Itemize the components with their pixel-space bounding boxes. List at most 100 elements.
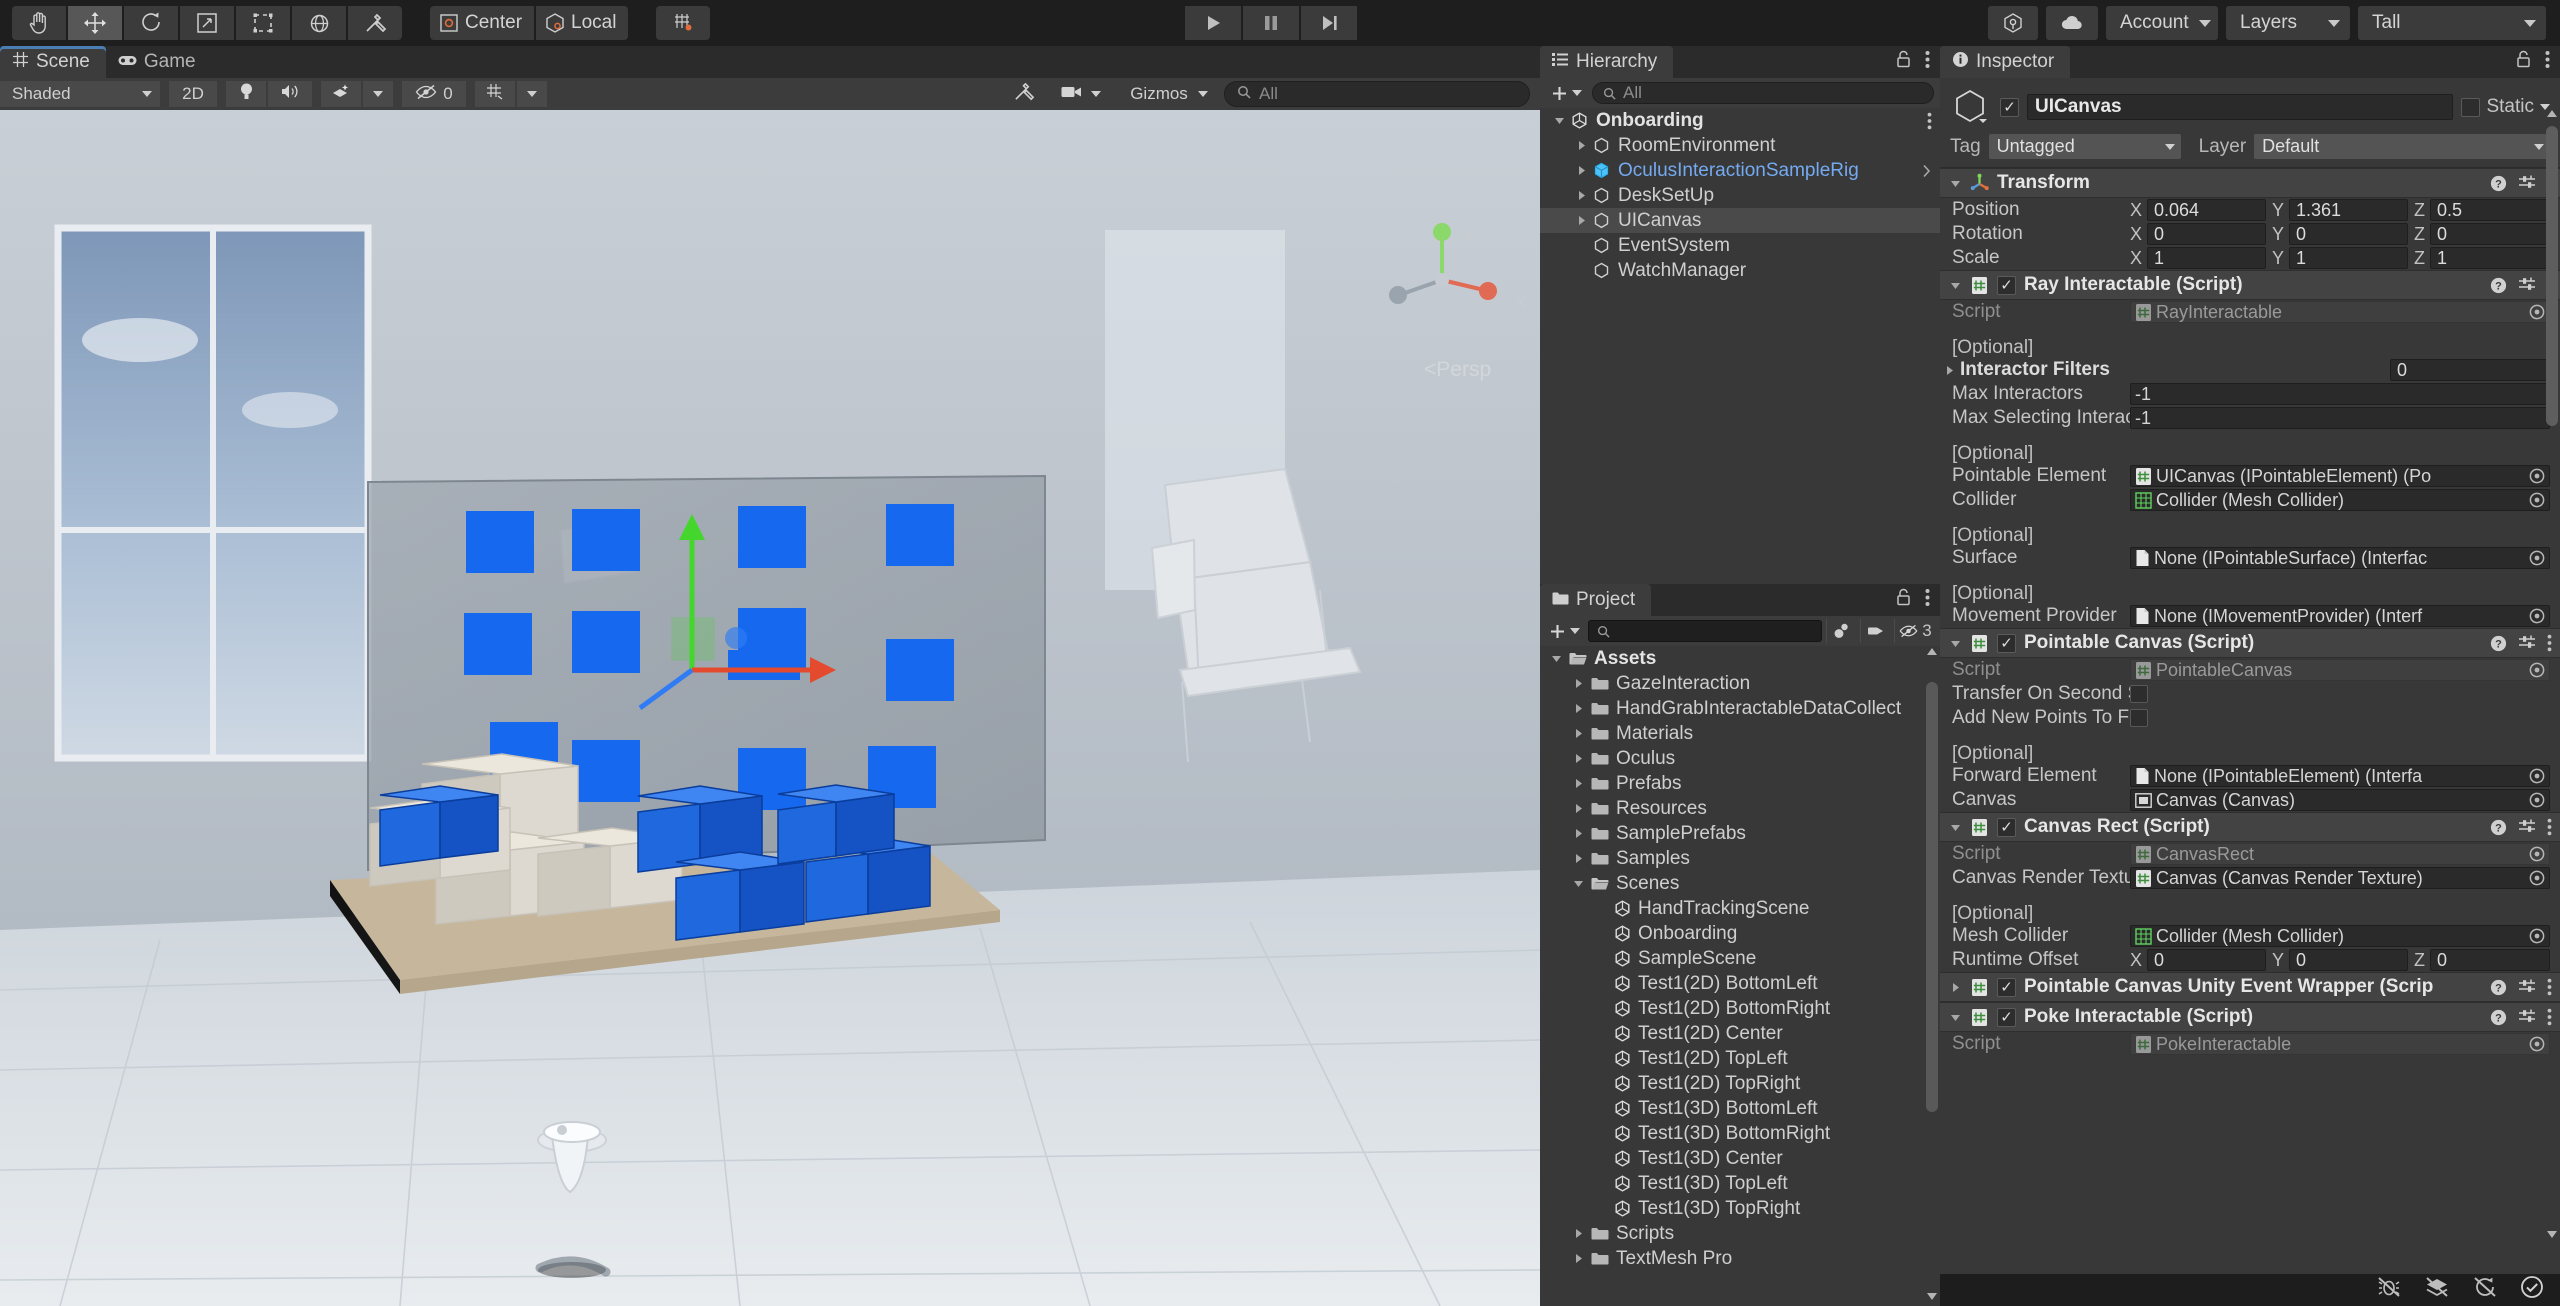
hand-tool-button[interactable] (12, 6, 66, 40)
scene-search-input[interactable]: All (1224, 81, 1530, 107)
help-icon[interactable]: ? (2490, 979, 2507, 996)
component-enabled-checkbox[interactable] (1997, 817, 2016, 837)
bug-off-icon[interactable] (2376, 1276, 2402, 1304)
collapse-arrow-icon[interactable] (1948, 1012, 1962, 1023)
axis-x-input[interactable]: 1 (2147, 247, 2266, 269)
object-picker-icon[interactable] (2529, 846, 2545, 862)
object-picker-icon[interactable] (2529, 1036, 2545, 1052)
project-item[interactable]: Assets (1540, 646, 1940, 671)
scene-camera-button[interactable] (1048, 81, 1114, 107)
component-header-pointable-canvas-script[interactable]: Pointable Canvas (Script)? (1940, 628, 2560, 658)
object-reference-field[interactable]: RayInteractable (2130, 301, 2550, 323)
lighting-toggle-button[interactable] (226, 81, 266, 107)
object-reference-field[interactable]: None (IPointableElement) (Interfa (2130, 765, 2550, 787)
project-item[interactable]: Test1(3D) BottomRight (1540, 1121, 1940, 1146)
cloud-button[interactable] (2046, 6, 2098, 40)
expand-arrow-icon[interactable] (1568, 853, 1588, 864)
project-item[interactable]: Test1(2D) TopLeft (1540, 1046, 1940, 1071)
collapse-arrow-icon[interactable] (1550, 115, 1568, 126)
inspector-scrollbar[interactable] (2546, 108, 2558, 1288)
project-item[interactable]: Scenes (1540, 871, 1940, 896)
collapse-arrow-icon[interactable] (1948, 822, 1962, 833)
tab-scene[interactable]: Scene (0, 46, 106, 78)
inspector-scrollbar-thumb[interactable] (2546, 126, 2558, 426)
expand-arrow-icon[interactable] (1568, 828, 1588, 839)
project-visibility-button[interactable]: 3 (1894, 619, 1936, 643)
pivot-rotation-button[interactable]: Local (536, 6, 629, 40)
project-item[interactable]: Test1(2D) TopRight (1540, 1071, 1940, 1096)
draw-mode-dropdown[interactable]: Shaded (0, 81, 160, 107)
expand-arrow-icon[interactable] (1568, 778, 1588, 789)
object-name-field[interactable]: UICanvas (2027, 94, 2454, 120)
component-enabled-checkbox[interactable] (1997, 633, 2016, 653)
object-enabled-checkbox[interactable] (2000, 97, 2019, 117)
step-button[interactable] (1301, 6, 1357, 40)
static-checkbox[interactable] (2461, 97, 2481, 117)
component-tools-button[interactable] (1002, 81, 1046, 107)
toggle-2d-button[interactable]: 2D (169, 81, 217, 107)
field-checkbox[interactable] (2130, 709, 2148, 727)
collapse-arrow-icon[interactable] (1948, 178, 1962, 189)
project-tree[interactable]: Assets GazeInteraction HandGrabInteractabl… (1540, 646, 1940, 1306)
pause-button[interactable] (1243, 6, 1299, 40)
object-reference-field[interactable]: Collider (Mesh Collider) (2130, 489, 2550, 511)
scroll-up-arrow-icon[interactable] (1926, 646, 1938, 658)
project-scrollbar-thumb[interactable] (1926, 682, 1938, 1112)
expand-arrow-icon[interactable] (1568, 1228, 1588, 1239)
project-item[interactable]: Test1(3D) TopRight (1540, 1196, 1940, 1221)
expand-arrow-icon[interactable] (1572, 215, 1590, 226)
scroll-down-arrow-icon[interactable] (1926, 1290, 1938, 1302)
axis-x-input[interactable]: 0 (2147, 223, 2266, 245)
hierarchy-tree[interactable]: Onboarding RoomEnvironment OculusInteracti… (1540, 108, 1940, 584)
axis-z-input[interactable]: 1 (2430, 247, 2550, 269)
expand-arrow-icon[interactable] (1572, 140, 1590, 151)
hierarchy-item-eventsystem[interactable]: EventSystem (1540, 233, 1940, 258)
project-item[interactable]: Samples (1540, 846, 1940, 871)
project-item[interactable]: HandGrabInteractableDataCollect (1540, 696, 1940, 721)
object-picker-icon[interactable] (2529, 468, 2545, 484)
preset-icon[interactable] (2518, 978, 2536, 996)
collab-button[interactable] (1988, 6, 2038, 40)
help-icon[interactable]: ? (2490, 635, 2507, 652)
preset-icon[interactable] (2518, 1008, 2536, 1026)
audio-toggle-button[interactable] (268, 81, 312, 107)
object-picker-icon[interactable] (2529, 492, 2545, 508)
fx-toggle-button[interactable] (321, 81, 361, 107)
lock-icon[interactable] (1896, 50, 1911, 74)
project-item[interactable]: Oculus (1540, 746, 1940, 771)
project-item[interactable]: Test1(3D) TopLeft (1540, 1171, 1940, 1196)
component-enabled-checkbox[interactable] (1997, 1007, 2016, 1027)
lock-icon[interactable] (1896, 588, 1911, 612)
axis-z-input[interactable]: 0.5 (2430, 199, 2550, 221)
tab-game[interactable]: Game (105, 46, 212, 78)
project-item[interactable]: Test1(2D) BottomRight (1540, 996, 1940, 1021)
project-item[interactable]: Resources (1540, 796, 1940, 821)
preset-icon[interactable] (2518, 174, 2536, 192)
collapse-arrow-icon[interactable] (1948, 280, 1962, 291)
project-item[interactable]: Scripts (1540, 1221, 1940, 1246)
fx-dropdown-button[interactable] (363, 81, 393, 107)
expand-arrow-icon[interactable] (1572, 165, 1590, 176)
account-dropdown[interactable]: Account (2106, 6, 2218, 40)
axis-z-input[interactable]: 0 (2430, 223, 2550, 245)
panel-menu-icon[interactable] (1925, 588, 1930, 613)
project-item[interactable]: HandTrackingScene (1540, 896, 1940, 921)
scene-context-menu-icon[interactable] (1927, 112, 1932, 130)
scene-visibility-button[interactable]: 0 (402, 81, 466, 107)
component-header-transform[interactable]: Transform? (1940, 168, 2560, 198)
expand-arrow-icon[interactable] (1568, 678, 1588, 689)
preset-icon[interactable] (2518, 276, 2536, 294)
scroll-up-arrow-icon[interactable] (2546, 108, 2558, 120)
project-item[interactable]: Test1(2D) BottomLeft (1540, 971, 1940, 996)
panel-menu-icon[interactable] (1925, 50, 1930, 75)
expand-arrow-icon[interactable] (1944, 365, 1960, 376)
transform-tool-button[interactable] (292, 6, 346, 40)
project-item[interactable]: Prefabs (1540, 771, 1940, 796)
project-item[interactable]: SamplePrefabs (1540, 821, 1940, 846)
object-reference-field[interactable]: CanvasRect (2130, 843, 2550, 865)
help-icon[interactable]: ? (2490, 819, 2507, 836)
object-reference-field[interactable]: Canvas (Canvas Render Texture) (2130, 867, 2550, 889)
expand-arrow-icon[interactable] (1568, 803, 1588, 814)
object-picker-icon[interactable] (2529, 768, 2545, 784)
rect-tool-button[interactable] (236, 6, 290, 40)
